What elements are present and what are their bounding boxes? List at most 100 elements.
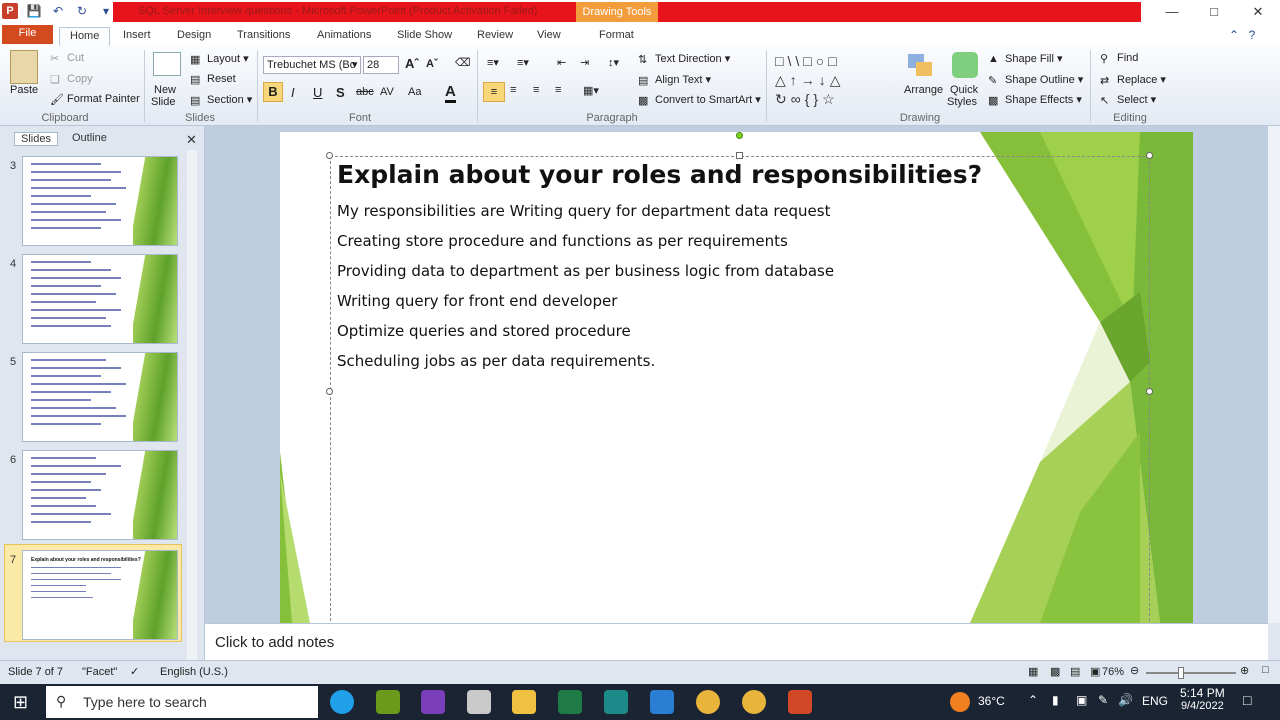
save-icon[interactable]: 💾 [26, 3, 42, 19]
change-case-button[interactable]: Aa [408, 86, 421, 98]
slide-thumbnail-4[interactable] [22, 254, 178, 344]
paste-button[interactable]: Paste [10, 84, 38, 96]
close-button[interactable]: ✕ [1236, 2, 1280, 22]
select-button[interactable]: ↖ Select ▾ [1100, 93, 1156, 107]
bullets-icon[interactable]: ≡▾ [487, 56, 499, 69]
pane-scrollbar[interactable] [187, 150, 197, 660]
shape-outline-button[interactable]: ✎ Shape Outline ▾ [988, 73, 1083, 87]
fit-to-window-icon[interactable]: □ [1262, 664, 1269, 676]
convert-smartart-button[interactable]: ▩ Convert to SmartArt ▾ [638, 93, 761, 107]
font-family-select[interactable]: Trebuchet MS (Bo [263, 56, 361, 74]
weather-icon[interactable] [950, 692, 970, 712]
input-language[interactable]: ENG [1142, 694, 1168, 708]
notes-pane[interactable]: Click to add notes [205, 623, 1268, 660]
collapse-ribbon-icon[interactable]: ⌃ [1226, 27, 1242, 43]
underline-button[interactable]: U [313, 85, 322, 100]
clear-formatting-icon[interactable]: ⌫ [455, 56, 471, 69]
justify-icon[interactable]: ≡ [555, 84, 561, 96]
notifications-icon[interactable]: □ [1243, 692, 1251, 708]
visual-studio-icon[interactable] [421, 690, 445, 714]
tab-review[interactable]: Review [467, 27, 523, 46]
zoom-level[interactable]: 76% [1102, 666, 1124, 678]
zoom-in-icon[interactable]: ⊕ [1240, 664, 1249, 677]
chrome-icon[interactable] [696, 690, 720, 714]
shapes-gallery[interactable]: □\\□○□ △↑→↓△ ↻∞{}☆ [775, 52, 893, 108]
copy-button[interactable]: ❏ Copy [50, 73, 93, 86]
resize-handle[interactable] [1146, 388, 1153, 395]
bullet-line[interactable]: Creating store procedure and functions a… [337, 232, 788, 250]
vscode-icon[interactable] [650, 690, 674, 714]
section-button[interactable]: ▤ Section ▾ [190, 93, 252, 107]
bullet-line[interactable]: Providing data to department as per busi… [337, 262, 834, 280]
shrink-font-icon[interactable]: Aˇ [426, 58, 438, 70]
rotate-handle[interactable] [736, 132, 743, 139]
maximize-button[interactable]: □ [1192, 2, 1236, 22]
reset-button[interactable]: ▤ Reset [190, 73, 236, 86]
tab-transitions[interactable]: Transitions [227, 27, 300, 46]
new-slide-icon[interactable] [153, 52, 181, 76]
replace-button[interactable]: ⇄ Replace ▾ [1100, 73, 1166, 87]
slide-thumbnail-7[interactable]: Explain about your roles and responsibil… [22, 550, 178, 640]
arrange-icon[interactable] [906, 52, 936, 80]
battery-icon[interactable]: ▮ [1052, 693, 1059, 707]
notes-placeholder[interactable]: Click to add notes [215, 634, 334, 651]
arrange-button[interactable]: Arrange [904, 84, 943, 96]
decrease-indent-icon[interactable]: ⇤ [557, 56, 566, 69]
align-center-icon[interactable]: ≡ [510, 84, 516, 96]
tab-outline[interactable]: Outline [72, 132, 107, 144]
line-spacing-icon[interactable]: ↕▾ [608, 56, 619, 69]
normal-view-icon[interactable]: ▦ [1028, 665, 1038, 678]
align-left-icon[interactable]: ≡ [483, 82, 505, 102]
tab-insert[interactable]: Insert [113, 27, 161, 46]
tab-home[interactable]: Home [59, 27, 111, 46]
spellcheck-icon[interactable]: ✓ [130, 665, 139, 678]
columns-icon[interactable]: ▦▾ [583, 84, 599, 97]
undo-icon[interactable]: ↶ [50, 3, 66, 19]
quick-styles-button-2[interactable]: Styles [947, 96, 977, 108]
powerpoint-taskbar-icon[interactable] [788, 690, 812, 714]
tab-slide-show[interactable]: Slide Show [387, 27, 462, 46]
zoom-slider[interactable] [1146, 672, 1236, 674]
font-color-button[interactable]: A [445, 83, 456, 103]
quick-styles-icon[interactable] [952, 52, 978, 78]
new-slide-label[interactable]: New [154, 84, 176, 96]
bullet-line[interactable]: Optimize queries and stored procedure [337, 322, 631, 340]
font-size-select[interactable]: 28 [363, 56, 399, 74]
slide-scrollbar[interactable] [1268, 126, 1280, 623]
shape-fill-button[interactable]: ▲ Shape Fill ▾ [988, 52, 1063, 65]
volume-icon[interactable]: 🔊 [1118, 693, 1133, 707]
numbering-icon[interactable]: ≡▾ [517, 56, 529, 69]
notepadpp-icon[interactable] [376, 690, 400, 714]
excel-icon[interactable] [558, 690, 582, 714]
terminal-icon[interactable] [604, 690, 628, 714]
reading-view-icon[interactable]: ▤ [1070, 665, 1080, 678]
tab-format[interactable]: Format [589, 27, 644, 46]
windows-start-icon[interactable]: ⊞ [13, 692, 28, 713]
chrome-profile-icon[interactable] [742, 690, 766, 714]
slide-thumbnail-5[interactable] [22, 352, 178, 442]
slide[interactable]: Explain about your roles and responsibil… [280, 132, 1193, 623]
bullet-line[interactable]: Scheduling jobs as per data requirements… [337, 352, 655, 370]
help-icon[interactable]: ? [1244, 27, 1260, 43]
strikethrough-button[interactable]: abc [356, 86, 374, 98]
temperature[interactable]: 36°C [978, 694, 1005, 708]
italic-button[interactable]: I [291, 85, 295, 100]
cut-button[interactable]: ✂ Cut [50, 52, 84, 65]
resize-handle[interactable] [326, 152, 333, 159]
paste-icon[interactable] [10, 50, 38, 84]
tab-view[interactable]: View [527, 27, 571, 46]
resize-handle[interactable] [1146, 152, 1153, 159]
slideshow-view-icon[interactable]: ▣ [1090, 665, 1100, 678]
resize-handle[interactable] [736, 152, 743, 159]
bold-button[interactable]: B [263, 82, 283, 102]
resize-handle[interactable] [326, 388, 333, 395]
clock[interactable]: 5:14 PM 9/4/2022 [1180, 686, 1225, 712]
network-icon[interactable]: ▣ [1076, 693, 1087, 707]
align-right-icon[interactable]: ≡ [533, 84, 539, 96]
tab-design[interactable]: Design [167, 27, 221, 46]
minimize-button[interactable]: — [1150, 2, 1194, 22]
shadow-button[interactable]: S [336, 85, 345, 100]
zoom-out-icon[interactable]: ⊖ [1130, 664, 1139, 677]
tab-animations[interactable]: Animations [307, 27, 381, 46]
new-slide-label-2[interactable]: Slide [151, 96, 175, 108]
